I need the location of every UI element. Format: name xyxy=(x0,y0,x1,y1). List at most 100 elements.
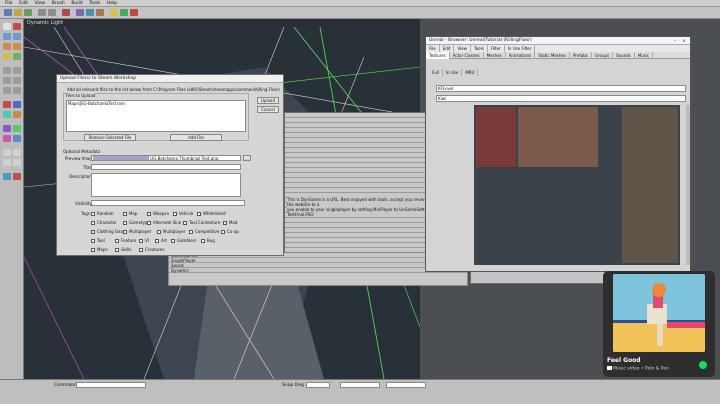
texture-thumbnail[interactable] xyxy=(476,107,516,167)
tag-checkbox[interactable]: Tool xyxy=(91,238,105,243)
save-icon[interactable] xyxy=(24,9,32,16)
open-icon[interactable] xyxy=(14,9,22,16)
remove-selected-file-button[interactable]: Remove Selected File xyxy=(84,134,136,141)
browser-menu-tools[interactable]: Tools xyxy=(471,45,488,52)
now-playing-card[interactable]: Feel Good Music video • Polo & Pan xyxy=(603,271,715,377)
invert-selection-icon[interactable] xyxy=(13,159,21,166)
find-icon[interactable] xyxy=(62,9,70,16)
browse-button[interactable]: … xyxy=(243,155,251,161)
browser-menu-edit[interactable]: Edit xyxy=(440,45,455,52)
browser-menu-file[interactable]: File xyxy=(426,45,440,52)
redo-icon[interactable] xyxy=(48,9,56,16)
menu-file[interactable]: File xyxy=(5,0,13,7)
tab-prefabs[interactable]: Prefabs xyxy=(570,52,592,59)
browser-menu-filter[interactable]: Filter xyxy=(488,45,505,52)
close-icon[interactable]: × xyxy=(681,38,687,43)
command-input[interactable] xyxy=(76,382,146,388)
tag-checkbox[interactable]: Creatures xyxy=(139,247,164,252)
rotate-icon[interactable] xyxy=(13,33,21,40)
title-field[interactable] xyxy=(91,164,241,170)
tag-checkbox[interactable]: Alternate Skin xyxy=(147,220,181,225)
add-brush-icon[interactable] xyxy=(3,101,11,108)
mesh-browser-icon[interactable] xyxy=(86,9,94,16)
build-all-icon[interactable] xyxy=(120,9,128,16)
tag-checkbox[interactable]: Maps xyxy=(91,247,108,252)
tag-checkbox[interactable]: Mod xyxy=(223,220,237,225)
browser-menu-view[interactable]: View xyxy=(454,45,471,52)
tag-checkbox[interactable]: Vehicle xyxy=(173,211,193,216)
brush-clip-icon[interactable] xyxy=(3,43,11,50)
tab-music[interactable]: Music xyxy=(635,52,654,59)
tag-checkbox[interactable]: Character xyxy=(91,220,117,225)
file-item[interactable]: Maps\JSG-BotchamaTesf.rom xyxy=(68,101,245,106)
tag-checkbox[interactable]: Map xyxy=(123,211,137,216)
tab-sounds[interactable]: Sounds xyxy=(613,52,635,59)
select-inside-icon[interactable] xyxy=(3,159,11,166)
static-mesh-icon[interactable] xyxy=(13,125,21,132)
minimize-icon[interactable]: – xyxy=(672,38,678,43)
tag-checkbox[interactable]: VI xyxy=(139,238,149,243)
files-list[interactable]: Maps\JSG-BotchamaTesf.rom xyxy=(66,100,246,132)
scale-icon[interactable] xyxy=(3,33,11,40)
volume-icon[interactable] xyxy=(3,125,11,132)
browser-menu-inuse-filter[interactable]: In Use Filter xyxy=(505,45,536,52)
menu-edit[interactable]: Edit xyxy=(19,0,28,7)
tag-checkbox[interactable]: Bug xyxy=(201,238,215,243)
sound-browser-icon[interactable] xyxy=(96,9,104,16)
tab-meshes[interactable]: Meshes xyxy=(484,52,506,59)
build-lighting-icon[interactable] xyxy=(110,9,118,16)
tag-checkbox[interactable]: Co-op xyxy=(221,229,239,234)
tab-animations[interactable]: Animations xyxy=(506,52,536,59)
tag-checkbox[interactable]: Multiplayer xyxy=(123,229,151,234)
tag-checkbox[interactable]: Art xyxy=(155,238,167,243)
tag-checkbox[interactable]: Competitive xyxy=(189,229,219,234)
texture-browser-icon[interactable] xyxy=(76,9,84,16)
stairs-builder-icon[interactable] xyxy=(3,87,11,94)
hide-selected-icon[interactable] xyxy=(13,149,21,156)
mover-icon[interactable] xyxy=(3,135,11,142)
tab-static-meshes[interactable]: Static Meshes xyxy=(535,52,570,59)
category-dynamic[interactable]: Dynamic xyxy=(169,268,467,273)
camera-speed-icon[interactable] xyxy=(3,173,11,180)
visibility-dropdown[interactable] xyxy=(91,200,245,206)
sheet-builder-icon[interactable] xyxy=(13,77,21,84)
menu-tools[interactable]: Tools xyxy=(89,0,100,7)
texture-thumbnail[interactable] xyxy=(518,107,598,167)
tag-checkbox[interactable]: Weapon xyxy=(147,211,169,216)
matinee-icon[interactable] xyxy=(13,53,21,60)
texture-thumbnail[interactable] xyxy=(622,107,678,263)
upload-button[interactable]: Upload xyxy=(257,97,279,104)
cancel-button[interactable]: Cancel xyxy=(257,106,279,113)
subtract-brush-icon[interactable] xyxy=(13,101,21,108)
add-file-button[interactable]: Add File xyxy=(170,134,222,141)
rotation-snap-field[interactable] xyxy=(386,382,426,388)
show-selected-icon[interactable] xyxy=(3,149,11,156)
camera-move-icon[interactable] xyxy=(3,23,11,30)
tag-checkbox[interactable]: Whitelisted xyxy=(197,211,226,216)
texture-grid[interactable] xyxy=(474,105,680,265)
subtab-mru[interactable]: MRU xyxy=(462,69,479,76)
portal-icon[interactable] xyxy=(13,135,21,142)
vertex-edit-icon[interactable] xyxy=(13,23,21,30)
realtime-preview-icon[interactable] xyxy=(13,173,21,180)
preview-image-field[interactable]: UG-Botchama Thumbnail Test.png xyxy=(91,155,241,161)
cylinder-builder-icon[interactable] xyxy=(13,67,21,74)
tag-checkbox[interactable]: Skills xyxy=(115,247,131,252)
tag-checkbox[interactable]: Random xyxy=(91,211,114,216)
group-dropdown[interactable]: Kiwi xyxy=(436,95,686,102)
tag-checkbox[interactable]: Clothing Gear xyxy=(91,229,125,234)
new-icon[interactable] xyxy=(4,9,12,16)
menu-brush[interactable]: Brush xyxy=(52,0,65,7)
cone-builder-icon[interactable] xyxy=(3,77,11,84)
package-dropdown[interactable]: KFLevel xyxy=(436,85,686,92)
sphere-builder-icon[interactable] xyxy=(13,87,21,94)
tag-checkbox[interactable]: Gamblers xyxy=(171,238,196,243)
description-field[interactable] xyxy=(91,173,241,197)
subtab-full[interactable]: Full xyxy=(429,69,443,76)
snap-input[interactable] xyxy=(306,382,330,388)
tab-groups[interactable]: Groups xyxy=(592,52,614,59)
grid-size-field[interactable] xyxy=(340,382,380,388)
tag-checkbox[interactable]: Feature xyxy=(115,238,136,243)
tag-checkbox[interactable]: Gametype xyxy=(123,220,150,225)
face-drag-icon[interactable] xyxy=(13,43,21,50)
